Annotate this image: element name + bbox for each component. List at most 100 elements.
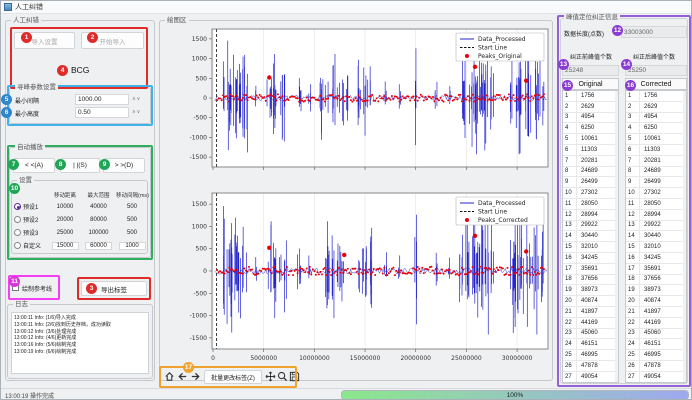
table-row[interactable]: 1430440 — [563, 231, 618, 242]
table-row[interactable]: 2647878 — [563, 361, 618, 372]
table-row[interactable]: 2244169 — [563, 318, 618, 329]
min-interval-spinner[interactable]: ∧∨ — [132, 96, 141, 102]
peak-sample-value: 28050 — [640, 201, 661, 207]
annotation-badge-13: 13 — [558, 59, 569, 70]
row-index: 17 — [626, 264, 640, 274]
table-row[interactable]: 1735691 — [563, 264, 618, 275]
log-entry: 13:00:11 Info: (2/6)找到历史存档，成功读取 — [14, 322, 146, 329]
table-row[interactable]: 2040874 — [626, 296, 686, 307]
min-height-spinner[interactable]: ∧∨ — [132, 109, 141, 115]
table-row[interactable]: 611303 — [626, 145, 686, 156]
svg-text:25000000: 25000000 — [451, 355, 482, 362]
table-row[interactable]: 720281 — [563, 156, 618, 167]
table-row[interactable]: 510061 — [563, 134, 618, 145]
before-count-label: 纠正前峰值个数 — [570, 52, 612, 61]
table-row[interactable]: 2345060 — [563, 329, 618, 340]
row-index: 8 — [626, 167, 640, 177]
row-index: 15 — [563, 242, 577, 252]
signal-charts[interactable]: 150010005000-500-1000-1500Data_Processed… — [162, 26, 550, 366]
table-row[interactable]: 1329922 — [563, 221, 618, 232]
zoom-icon[interactable] — [277, 371, 288, 382]
table-row[interactable]: 2141897 — [626, 307, 686, 318]
table-row[interactable]: 11756 — [626, 91, 686, 102]
table-row[interactable]: 22629 — [563, 102, 618, 113]
preset-value-input[interactable]: 15000 — [52, 242, 79, 250]
table-row[interactable]: 1532010 — [563, 242, 618, 253]
table-row[interactable]: 2141897 — [563, 307, 618, 318]
table-row[interactable]: 34954 — [626, 113, 686, 124]
table-row[interactable]: 1128050 — [626, 199, 686, 210]
table-row[interactable]: 11756 — [563, 91, 618, 102]
log-list[interactable]: 13:00:11 Info: (1/6)导入完成13:00:11 Info: (… — [11, 312, 149, 374]
table-row[interactable]: 926499 — [626, 177, 686, 188]
table-row[interactable]: 1532010 — [626, 242, 686, 253]
svg-text:Peaks_Corrected: Peaks_Corrected — [478, 217, 528, 224]
table-row[interactable]: 720281 — [626, 156, 686, 167]
row-index: 17 — [563, 264, 577, 274]
table-row[interactable]: 2546995 — [626, 350, 686, 361]
table-row[interactable]: 1938973 — [626, 285, 686, 296]
batch-edit-labels-button[interactable]: 批量更改标签(Z) — [204, 370, 262, 384]
min-interval-input[interactable]: 1000.00 — [75, 94, 129, 105]
preset-radio[interactable] — [14, 242, 21, 249]
original-peaks-table[interactable]: 1175622629349544625051006161130372028182… — [562, 90, 619, 383]
table-row[interactable]: 926499 — [563, 177, 618, 188]
row-index: 21 — [563, 307, 577, 317]
pause-button[interactable]: | |(S) — [60, 158, 100, 173]
table-row[interactable]: 2647878 — [626, 361, 686, 372]
table-row[interactable]: 1634245 — [626, 253, 686, 264]
table-row[interactable]: 1634245 — [563, 253, 618, 264]
original-peaks-table-body: 1175622629349544625051006161130372028182… — [563, 91, 618, 383]
table-row[interactable]: 1027302 — [626, 188, 686, 199]
table-row[interactable]: 2749054 — [563, 372, 618, 383]
preset-value-input[interactable]: 1000 — [119, 242, 146, 250]
table-row[interactable]: 1027302 — [563, 188, 618, 199]
table-row[interactable]: 46250 — [626, 123, 686, 134]
table-row[interactable]: 34954 — [563, 113, 618, 124]
corrected-peaks-table[interactable]: 1175622629349544625051006161130372028182… — [625, 90, 687, 383]
preset-radio[interactable] — [14, 203, 21, 210]
table-row[interactable]: 1837656 — [626, 275, 686, 286]
app-window: 人工纠错 人工纠错 导入设置 开始导入 BCG 寻峰参数设置 最小间隔 1000… — [0, 0, 692, 400]
home-icon[interactable] — [164, 371, 175, 382]
preset-value: 500 — [116, 204, 148, 210]
table-row[interactable]: 46250 — [563, 123, 618, 134]
table-row[interactable]: 1128050 — [563, 199, 618, 210]
table-row[interactable]: 2546995 — [563, 350, 618, 361]
table-row[interactable]: 2040874 — [563, 296, 618, 307]
table-row[interactable]: 2446151 — [563, 339, 618, 350]
table-row[interactable]: 1837656 — [563, 275, 618, 286]
log-entry: 13:00:19 Info: (6/6)绘制完成 — [14, 349, 146, 356]
preset-value-input[interactable]: 60000 — [85, 242, 112, 250]
preset-radio[interactable] — [14, 229, 21, 236]
table-row[interactable]: 22629 — [626, 102, 686, 113]
table-row[interactable]: 1430440 — [626, 231, 686, 242]
table-row[interactable]: 2446151 — [626, 339, 686, 350]
table-row[interactable]: 1228994 — [626, 210, 686, 221]
original-table-scrollbar[interactable] — [615, 91, 618, 382]
row-index: 19 — [563, 285, 577, 295]
table-row[interactable]: 824689 — [626, 167, 686, 178]
step-back-button[interactable]: < <(A) — [13, 158, 55, 173]
table-row[interactable]: 1329922 — [626, 221, 686, 232]
row-index: 23 — [563, 329, 577, 339]
peak-sample-value: 11303 — [640, 147, 660, 153]
table-row[interactable]: 1938973 — [563, 285, 618, 296]
table-row[interactable]: 1228994 — [563, 210, 618, 221]
min-height-input[interactable]: 0.50 — [75, 107, 129, 118]
status-message: 13:00:19 操作完成 — [5, 391, 54, 400]
table-row[interactable]: 2749054 — [626, 372, 686, 383]
table-row[interactable]: 2345060 — [626, 329, 686, 340]
corrected-table-scrollbar[interactable] — [683, 91, 686, 382]
forward-icon[interactable] — [190, 371, 201, 382]
table-row[interactable]: 510061 — [626, 134, 686, 145]
table-row[interactable]: 2244169 — [626, 318, 686, 329]
preset-radio[interactable] — [14, 216, 21, 223]
peak-sample-value: 30440 — [577, 233, 598, 239]
table-row[interactable]: 824689 — [563, 167, 618, 178]
preset-label: 预设3 — [23, 228, 38, 237]
table-row[interactable]: 1735691 — [626, 264, 686, 275]
save-icon[interactable] — [289, 371, 300, 382]
pan-icon[interactable] — [265, 371, 276, 382]
table-row[interactable]: 611303 — [563, 145, 618, 156]
